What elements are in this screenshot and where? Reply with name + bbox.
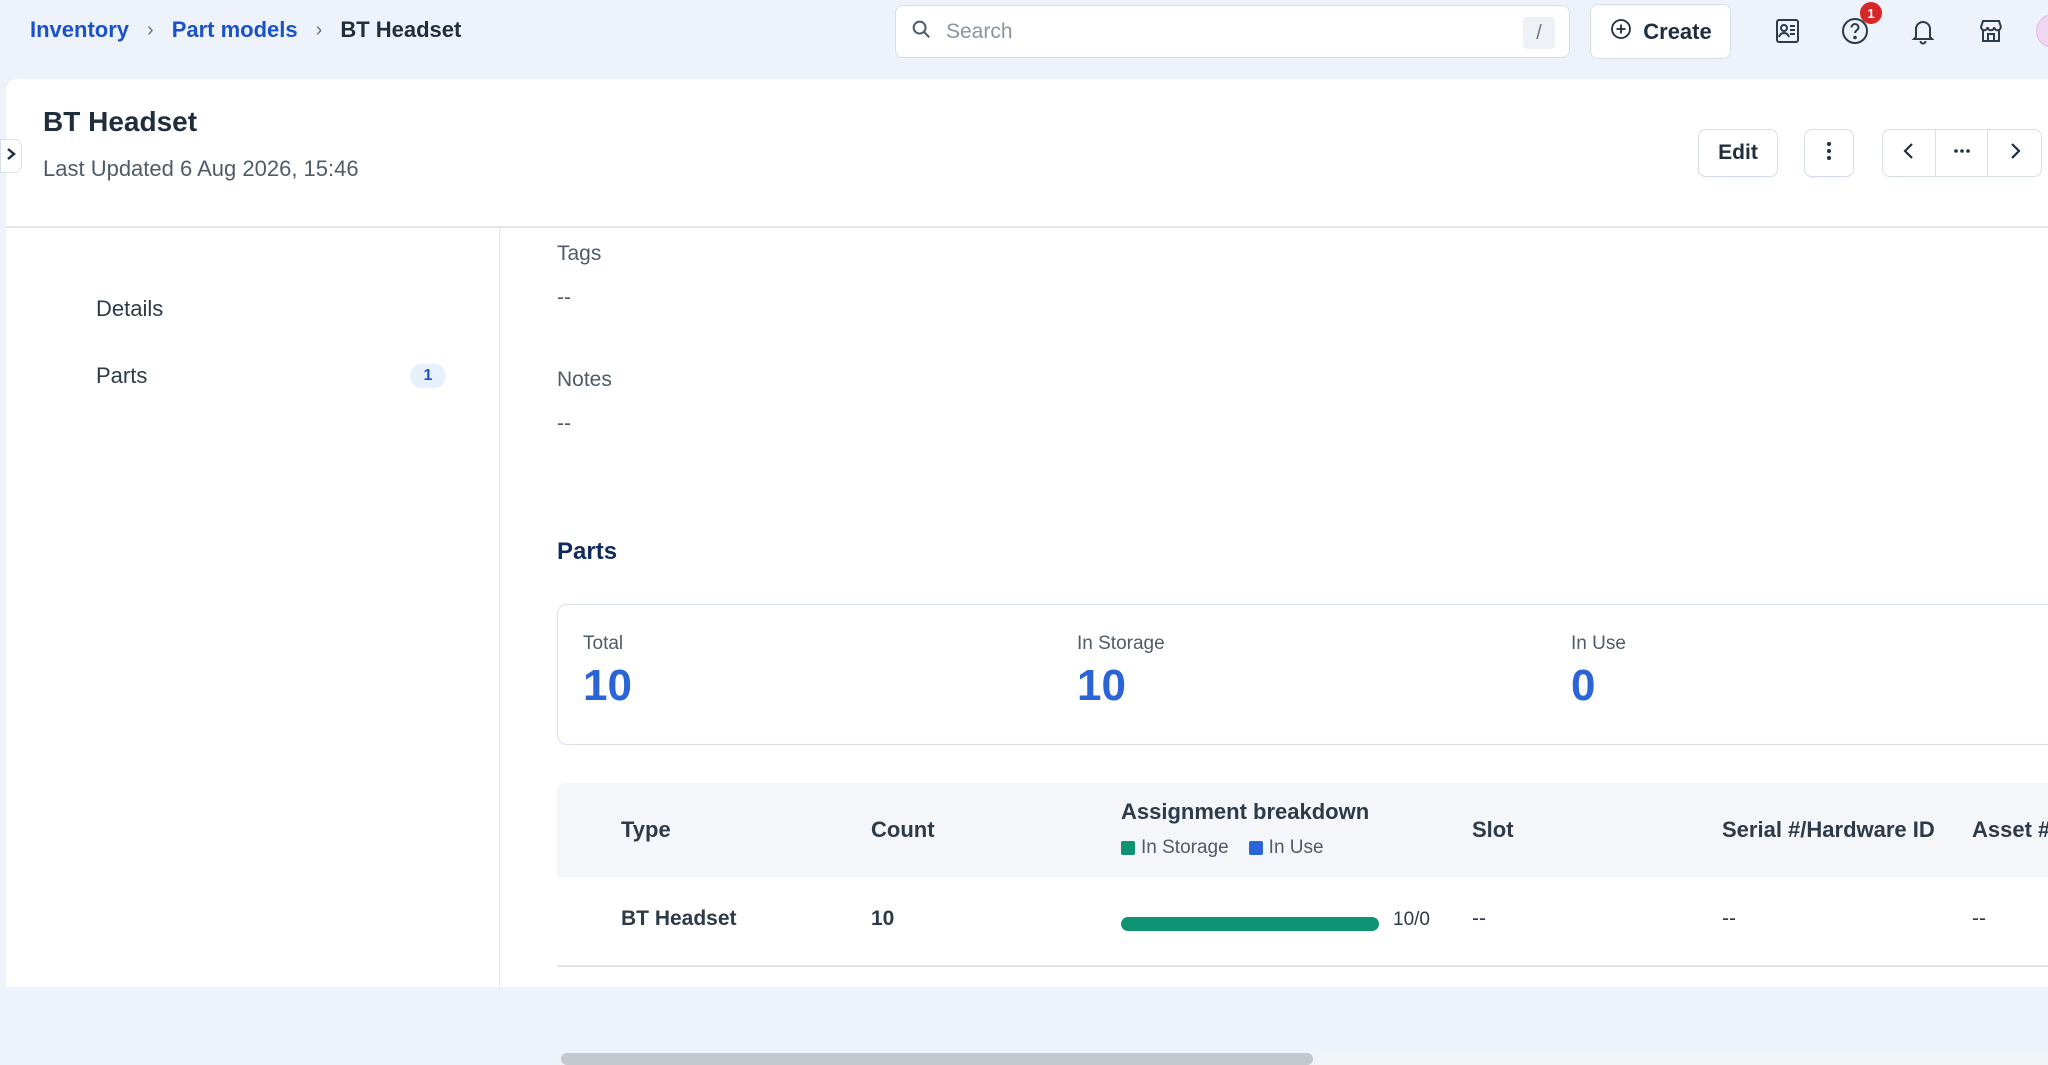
record-list-button[interactable]	[1936, 130, 1989, 176]
table-header: Type Count Assignment breakdown In Stora…	[557, 783, 2048, 877]
column-header-assignment[interactable]: Assignment breakdown	[1121, 799, 1369, 825]
cell-slot: --	[1472, 907, 1486, 930]
horizontal-scrollbar[interactable]	[557, 1053, 2048, 1065]
legend-swatch	[1248, 841, 1263, 855]
legend-item-in-use: In Use	[1248, 837, 1324, 859]
cell-type[interactable]: BT Headset	[621, 907, 737, 931]
chevron-right-icon: ›	[147, 18, 154, 41]
avatar[interactable]	[2036, 14, 2048, 48]
stat-value: 0	[1571, 661, 1596, 710]
parts-table: Type Count Assignment breakdown In Stora…	[557, 783, 2048, 967]
assignment-bar-storage	[1121, 917, 1379, 931]
more-actions-button[interactable]	[1804, 129, 1854, 177]
stat-label: In Use	[1571, 633, 1626, 654]
last-updated: Last Updated 6 Aug 2026, 15:46	[43, 156, 359, 181]
previous-record-button[interactable]	[1883, 130, 1936, 176]
record-pager	[1882, 129, 2042, 177]
sidenav-item-label: Parts	[96, 363, 148, 388]
parts-section-title: Parts	[557, 538, 618, 565]
legend-swatch	[1121, 841, 1135, 855]
bell-icon[interactable]	[1906, 14, 1940, 48]
stat-value: 10	[1077, 661, 1126, 710]
sidenav-item-parts[interactable]: Parts 1	[96, 363, 446, 389]
section-nav: Details Parts 1	[6, 228, 500, 987]
breadcrumb: Inventory › Part models › BT Headset	[30, 17, 461, 43]
column-header-type[interactable]: Type	[621, 817, 671, 843]
page-header: BT Headset Last Updated 6 Aug 2026, 15:4…	[0, 79, 2048, 228]
column-header-serial[interactable]: Serial #/Hardware ID	[1722, 817, 1935, 843]
legend-label: In Use	[1268, 837, 1324, 858]
chevron-right-icon	[2004, 140, 2026, 167]
cell-asset: --	[1972, 907, 1986, 930]
assignment-bar	[1121, 917, 1379, 931]
cell-serial: --	[1722, 907, 1736, 930]
page-title: BT Headset	[43, 106, 198, 137]
search-box[interactable]: /	[895, 5, 1570, 58]
kebab-menu-icon	[1818, 140, 1840, 167]
column-header-slot[interactable]: Slot	[1472, 817, 1514, 843]
stat-in-storage: In Storage 10	[1077, 633, 1165, 711]
ellipsis-icon	[1951, 140, 1973, 167]
notes-label: Notes	[557, 368, 612, 391]
legend-item-storage: In Storage	[1121, 837, 1229, 859]
cell-count: 10	[871, 907, 895, 930]
assignment-legend: In Storage In Use	[1121, 837, 1324, 859]
chevron-right-icon: ›	[315, 18, 323, 41]
chevron-left-icon	[1898, 140, 1920, 167]
help-icon[interactable]: 1	[1838, 2, 1882, 48]
plus-circle-icon	[1609, 17, 1633, 47]
create-label: Create	[1643, 18, 1712, 44]
chevron-right-icon	[4, 147, 18, 166]
stat-value: 10	[583, 661, 632, 710]
sidenav-item-details[interactable]: Details	[96, 296, 446, 322]
stat-label: Total	[583, 633, 624, 654]
sidenav-item-label: Details	[96, 296, 164, 321]
parts-summary: Total 10 In Storage 10 In Use 0	[557, 604, 2048, 745]
store-icon[interactable]	[1974, 14, 2008, 48]
breadcrumb-inventory[interactable]: Inventory	[30, 17, 129, 43]
top-bar: Inventory › Part models › BT Headset / C…	[0, 0, 2048, 78]
stat-in-use: In Use 0	[1571, 633, 1626, 711]
column-header-count[interactable]: Count	[871, 817, 935, 843]
tags-value: --	[557, 286, 571, 309]
stat-total: Total 10	[583, 633, 632, 711]
legend-label: In Storage	[1141, 837, 1229, 858]
tags-label: Tags	[557, 242, 602, 265]
expand-sidebar-button[interactable]	[0, 139, 22, 173]
search-input[interactable]	[946, 19, 1506, 44]
search-icon	[910, 18, 932, 45]
breadcrumb-current: BT Headset	[340, 17, 462, 42]
count-badge: 1	[410, 364, 446, 388]
help-badge: 1	[1860, 2, 1882, 24]
stat-label: In Storage	[1077, 633, 1165, 654]
table-row[interactable]: BT Headset 10 10/0 -- -- --	[557, 877, 2048, 967]
edit-button[interactable]: Edit	[1698, 129, 1778, 177]
column-header-asset[interactable]: Asset #	[1972, 817, 2048, 843]
assignment-bar-label: 10/0	[1393, 909, 1430, 930]
scrollbar-thumb[interactable]	[561, 1053, 1313, 1065]
content-card: BT Headset Last Updated 6 Aug 2026, 15:4…	[0, 79, 2048, 1065]
create-button[interactable]: Create	[1590, 4, 1731, 59]
notes-value: --	[557, 412, 571, 435]
contacts-list-icon[interactable]	[1770, 14, 1804, 48]
next-record-button[interactable]	[1988, 130, 2041, 176]
breadcrumb-part-models[interactable]: Part models	[172, 17, 298, 43]
search-shortcut: /	[1523, 17, 1555, 49]
